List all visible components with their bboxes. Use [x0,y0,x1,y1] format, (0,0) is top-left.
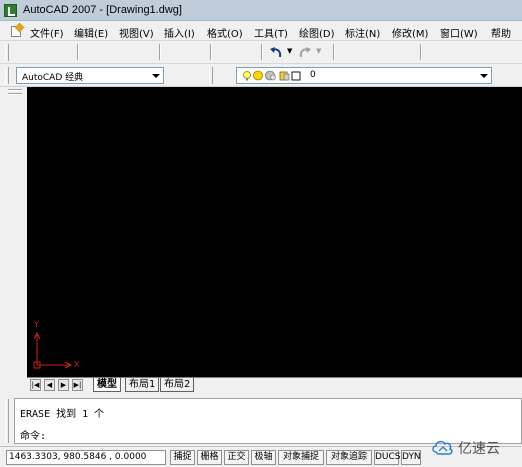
toolbar-separator [210,44,212,60]
toolbar-separator [420,44,422,60]
redo-icon[interactable] [297,44,313,60]
polar-toggle[interactable]: 极轴 [251,450,276,465]
cloud-logo-icon [432,440,453,455]
osnap-toggle[interactable]: 对象捕捉 [278,450,324,465]
layers-toolbar: AutoCAD 经典 0 [0,64,522,87]
tab-layout1[interactable]: 布局1 [125,378,160,392]
watermark: 亿速云 [432,432,520,462]
menu-format[interactable]: 格式(O) [207,25,243,40]
menu-file[interactable]: 文件(F) [30,25,64,40]
command-grip[interactable] [5,399,9,443]
menu-window[interactable]: 窗口(W) [440,25,478,40]
layer-value: 0 [310,70,316,80]
dyn-toggle[interactable]: DYN [401,450,421,465]
layout-tab-bar: |◀ ◀ ▶ ▶| 模型 布局1 布局2 [27,377,522,392]
menu-view[interactable]: 视图(V) [119,25,154,40]
ucs-x-label: X [74,360,80,369]
last-tab-button[interactable]: ▶| [72,379,83,391]
menu-dimension[interactable]: 标注(N) [345,25,380,40]
drawing-canvas[interactable]: Y X [27,87,522,377]
menu-help[interactable]: 帮助 [491,25,511,40]
command-prompt[interactable]: 命令: [20,427,46,442]
workspace-value: AutoCAD 经典 [22,73,84,83]
toolbar-grip[interactable] [5,44,9,61]
menu-draw[interactable]: 绘图(D) [299,25,335,40]
first-tab-button[interactable]: |◀ [30,379,41,391]
prev-tab-button[interactable]: ◀ [44,379,55,391]
chevron-down-icon[interactable] [478,70,489,81]
autocad-app-icon[interactable] [4,4,17,17]
window-title: AutoCAD 2007 - [Drawing1.dwg] [23,4,182,16]
toolbar-separator [77,44,79,60]
layer-select[interactable]: 0 [236,67,492,84]
dock-grip[interactable] [8,93,22,95]
menu-edit[interactable]: 编辑(E) [74,25,108,40]
menu-modify[interactable]: 修改(M) [392,25,428,40]
dock-grip[interactable] [8,89,22,91]
ucs-y-label: Y [34,320,39,329]
redo-dropdown-icon[interactable]: ▼ [316,47,321,55]
watermark-text: 亿速云 [458,441,500,457]
tab-layout2[interactable]: 布局2 [160,378,195,392]
title-bar: AutoCAD 2007 - [Drawing1.dwg] [0,0,522,21]
toolbar-grip[interactable] [5,67,9,84]
left-dock [0,87,27,393]
ducs-toggle[interactable]: DUCS [374,450,401,465]
toolbar-separator [333,44,335,60]
command-history: ERASE 找到 1 个 [20,409,105,420]
toolbar-grip[interactable] [209,67,213,84]
toolbar-separator [261,44,263,60]
menu-bar: 文件(F) 编辑(E) 视图(V) 插入(I) 格式(O) 工具(T) 绘图(D… [0,21,522,41]
grid-toggle[interactable]: 栅格 [197,450,222,465]
undo-dropdown-icon[interactable]: ▼ [287,47,292,55]
ortho-toggle[interactable]: 正交 [224,450,249,465]
tab-model[interactable]: 模型 [93,378,121,392]
otrack-toggle[interactable]: 对象追踪 [326,450,372,465]
menu-tools[interactable]: 工具(T) [254,25,288,40]
layer-state-icons [243,70,301,81]
coordinates-display[interactable]: 1463.3303, 980.5846 , 0.0000 [6,450,166,465]
menu-insert[interactable]: 插入(I) [164,25,195,40]
standard-toolbar [0,41,522,64]
undo-icon[interactable] [268,44,284,60]
next-tab-button[interactable]: ▶ [58,379,69,391]
ucs-icon [33,331,73,369]
document-icon[interactable] [10,22,25,38]
chevron-down-icon[interactable] [150,70,161,81]
workspace-select[interactable]: AutoCAD 经典 [16,67,164,84]
toolbar-separator [159,44,161,60]
snap-toggle[interactable]: 捕捉 [170,450,195,465]
